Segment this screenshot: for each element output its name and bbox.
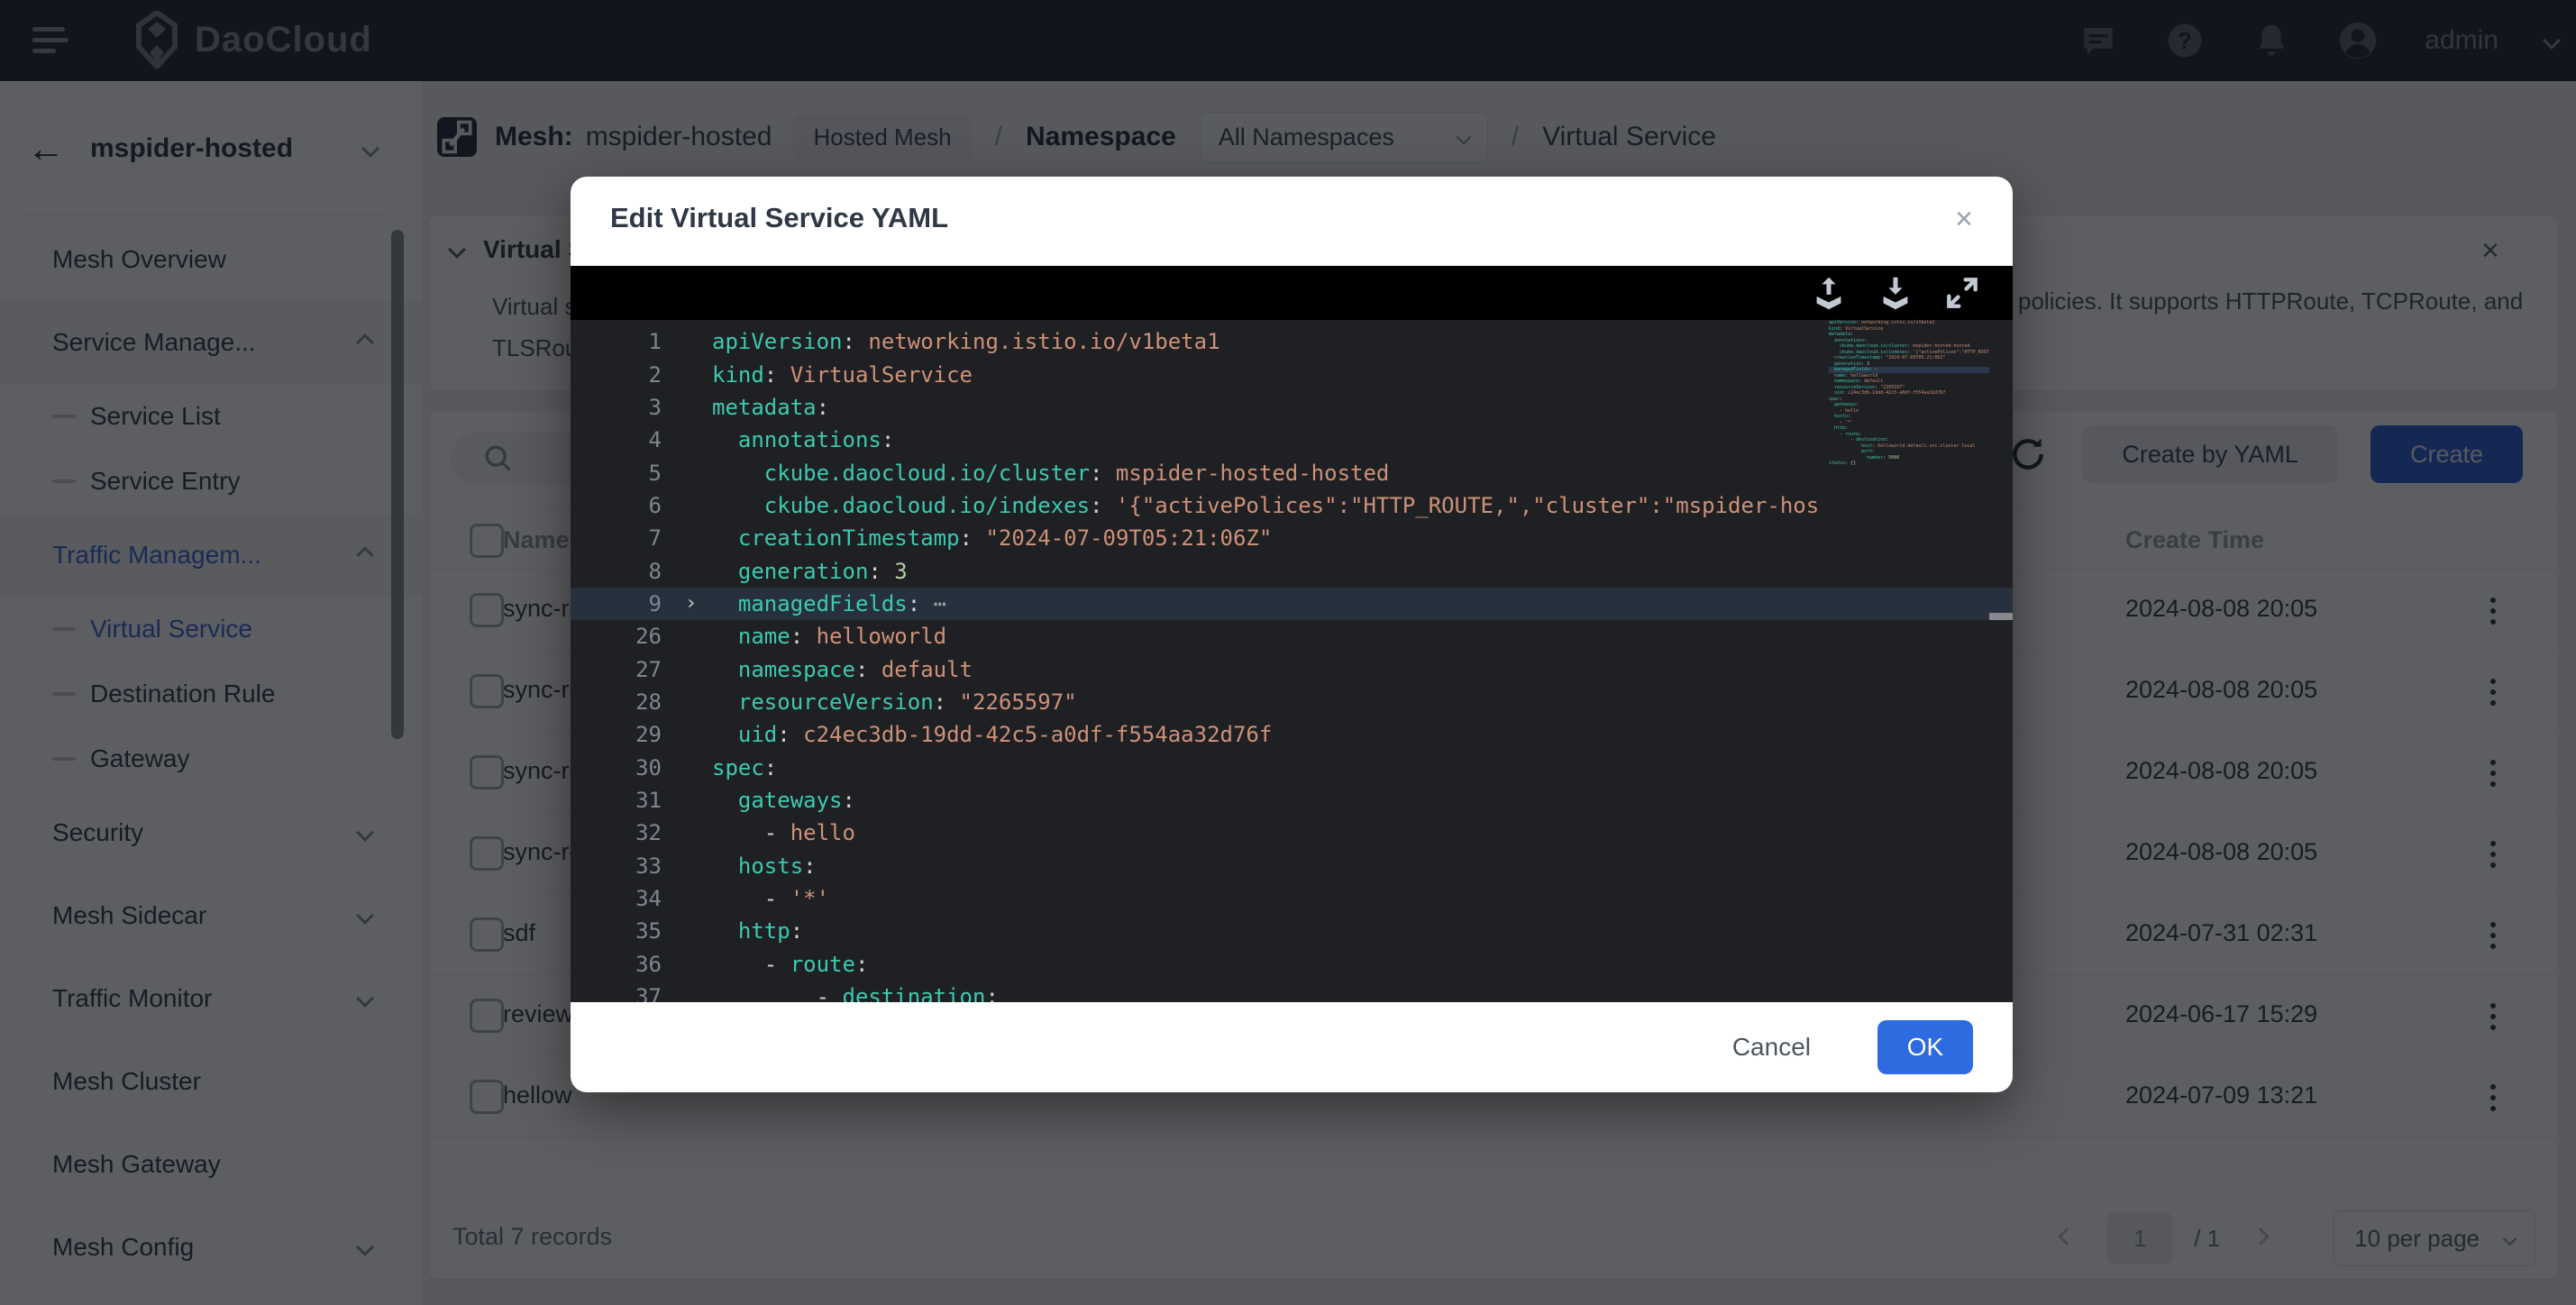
- line-number: 37: [571, 984, 685, 1002]
- code-line-37[interactable]: 37 - destination:: [571, 981, 2013, 1002]
- download-yaml-icon[interactable]: [1872, 269, 1919, 316]
- ok-button[interactable]: OK: [1877, 1020, 1973, 1074]
- code-line-3[interactable]: 3metadata:: [571, 391, 2013, 424]
- line-number: 30: [571, 755, 685, 780]
- modal-close-icon[interactable]: ×: [1955, 202, 1973, 237]
- code-line-29[interactable]: 29 uid: c24ec3db-19dd-42c5-a0df-f554aa32…: [571, 718, 2013, 751]
- code-line-4[interactable]: 4 annotations:: [571, 424, 2013, 456]
- line-number: 6: [571, 493, 685, 518]
- line-number: 8: [571, 559, 685, 584]
- line-number: 29: [571, 722, 685, 747]
- line-number: 36: [571, 952, 685, 977]
- line-number: 3: [571, 395, 685, 420]
- yaml-code-editor[interactable]: 1apiVersion: networking.istio.io/v1beta1…: [571, 320, 2013, 1002]
- code-line-9[interactable]: 9› managedFields: ⋯: [571, 588, 2013, 620]
- code-line-5[interactable]: 5 ckube.daocloud.io/cluster: mspider-hos…: [571, 456, 2013, 488]
- line-number: 31: [571, 788, 685, 813]
- upload-yaml-icon[interactable]: [1805, 269, 1852, 316]
- line-number: 7: [571, 525, 685, 551]
- line-number: 4: [571, 427, 685, 452]
- cancel-button[interactable]: Cancel: [1716, 1024, 1827, 1071]
- code-line-32[interactable]: 32 - hello: [571, 817, 2013, 849]
- code-line-28[interactable]: 28 resourceVersion: "2265597": [571, 686, 2013, 718]
- code-line-26[interactable]: 26 name: helloworld: [571, 620, 2013, 652]
- line-number: 28: [571, 689, 685, 715]
- editor-scrollbar-thumb[interactable]: [1989, 613, 2013, 620]
- code-line-30[interactable]: 30spec:: [571, 751, 2013, 783]
- code-line-35[interactable]: 35 http:: [571, 915, 2013, 947]
- line-number: 35: [571, 918, 685, 944]
- line-number: 9: [571, 591, 685, 616]
- code-line-1[interactable]: 1apiVersion: networking.istio.io/v1beta1: [571, 325, 2013, 358]
- line-number: 34: [571, 886, 685, 911]
- editor-minimap[interactable]: apiVersion: networking.istio.io/v1beta1 …: [1829, 320, 1989, 1002]
- line-number: 2: [571, 362, 685, 388]
- line-number: 26: [571, 624, 685, 649]
- fullscreen-icon[interactable]: [1939, 269, 1986, 316]
- line-number: 27: [571, 657, 685, 682]
- code-line-6[interactable]: 6 ckube.daocloud.io/indexes: '{"activePo…: [571, 489, 2013, 522]
- fold-chevron-icon[interactable]: ›: [685, 592, 712, 615]
- app-root: DaoCloud ? admin ← mspider-hosted: [0, 0, 2576, 1305]
- code-line-27[interactable]: 27 namespace: default: [571, 652, 2013, 685]
- line-number: 33: [571, 853, 685, 879]
- modal-footer: Cancel OK: [571, 1002, 2013, 1092]
- code-line-2[interactable]: 2kind: VirtualService: [571, 358, 2013, 390]
- code-line-8[interactable]: 8 generation: 3: [571, 554, 2013, 587]
- code-line-34[interactable]: 34 - '*': [571, 882, 2013, 915]
- editor-toolbar: [571, 266, 2013, 320]
- line-number: 5: [571, 461, 685, 486]
- code-line-36[interactable]: 36 - route:: [571, 948, 2013, 981]
- code-line-7[interactable]: 7 creationTimestamp: "2024-07-09T05:21:0…: [571, 522, 2013, 554]
- line-number: 32: [571, 820, 685, 845]
- code-line-33[interactable]: 33 hosts:: [571, 850, 2013, 882]
- modal-title: Edit Virtual Service YAML: [610, 202, 948, 234]
- code-line-31[interactable]: 31 gateways:: [571, 784, 2013, 817]
- edit-yaml-modal: Edit Virtual Service YAML ×: [571, 177, 2013, 1092]
- line-number: 1: [571, 329, 685, 354]
